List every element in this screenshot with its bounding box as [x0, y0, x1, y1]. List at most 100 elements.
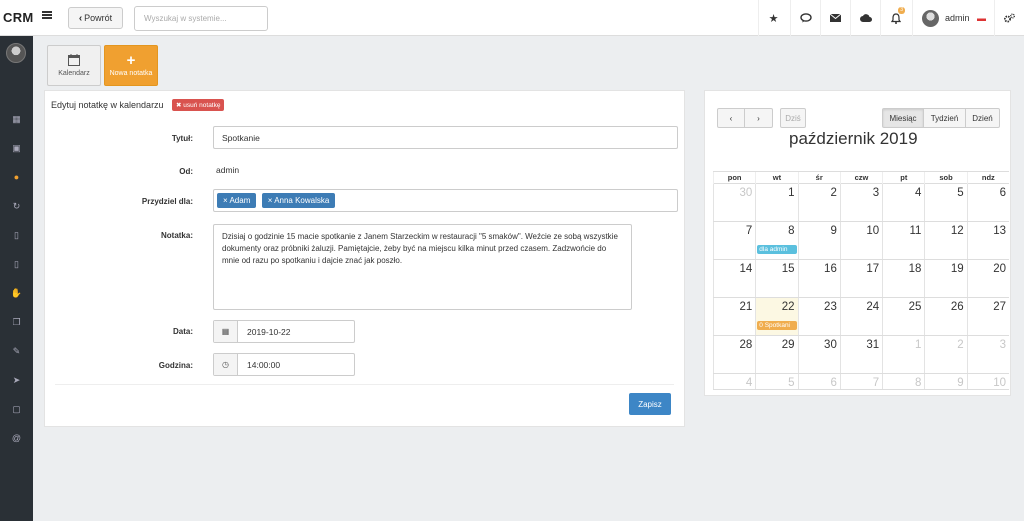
calendar-tile-button[interactable]: Kalendarz — [47, 45, 101, 86]
back-button[interactable]: ‹ Powrót — [68, 7, 123, 29]
calendar-day[interactable]: 3 — [966, 336, 1009, 373]
calendar-day[interactable]: 7 — [713, 222, 755, 259]
calendar-day[interactable]: 16 — [797, 260, 840, 297]
calendar-day[interactable]: 25 — [882, 298, 924, 335]
time-label: Godzina: — [158, 361, 193, 370]
new-note-tile-button[interactable]: + Nowa notatka — [104, 45, 158, 86]
calendar-day[interactable]: 10 — [839, 222, 882, 259]
back-button-label: Powrót — [84, 13, 113, 23]
calendar-day[interactable]: 18 — [882, 260, 924, 297]
calendar-day[interactable]: 30 — [797, 336, 840, 373]
file-icon[interactable]: ▯ — [0, 224, 33, 246]
note-icon[interactable]: ▢ — [0, 398, 33, 420]
from-label: Od: — [179, 167, 193, 176]
calendar-day[interactable]: 21 — [713, 298, 755, 335]
calendar-day[interactable]: 1 — [755, 184, 797, 221]
chat-icon[interactable] — [790, 0, 820, 36]
calendar-day[interactable]: 4 — [713, 374, 755, 389]
plus-icon: + — [126, 51, 136, 69]
calendar-day[interactable]: 5 — [755, 374, 797, 389]
calendar-day[interactable]: 7 — [839, 374, 882, 389]
app-logo[interactable]: CRM — [3, 10, 34, 25]
hand-icon[interactable]: ✋ — [0, 282, 33, 304]
note-textarea[interactable]: Dzisiaj o godzinie 15 macie spotkanie z … — [213, 224, 632, 310]
calendar-view-day-button[interactable]: Dzień — [966, 108, 1000, 128]
calendar-day[interactable]: 9 — [924, 374, 966, 389]
calendar-icon: ▦ — [214, 321, 238, 342]
avatar — [922, 9, 939, 27]
assignee-tag[interactable]: × Anna Kowalska — [261, 193, 336, 208]
calendar-day[interactable]: 4 — [882, 184, 924, 221]
calendar-day[interactable]: 17 — [839, 260, 882, 297]
from-value: admin — [216, 165, 240, 175]
calendar-day[interactable]: 6 — [797, 374, 840, 389]
pin-icon[interactable]: ✎ — [0, 340, 33, 362]
copy-icon[interactable]: ❐ — [0, 311, 33, 333]
calendar-day[interactable]: 9 — [797, 222, 840, 259]
calendar-day[interactable]: 13 — [966, 222, 1009, 259]
calendar-event[interactable]: 0 Spotkani — [757, 321, 797, 330]
cogs-icon[interactable] — [994, 0, 1024, 36]
calendar-day[interactable]: 20 — [966, 260, 1009, 297]
bell-icon[interactable]: 3 — [880, 0, 910, 36]
weekday-label: ndz — [966, 172, 1009, 184]
cloud-icon[interactable] — [850, 0, 880, 36]
calendar-view-week-button[interactable]: Tydzień — [924, 108, 966, 128]
calendar-day[interactable]: 5 — [924, 184, 966, 221]
time-field[interactable]: ◷ 14:00:00 — [213, 353, 355, 376]
envelope-icon[interactable] — [820, 0, 850, 36]
calendar-icon[interactable]: ▦ — [0, 108, 33, 130]
calendar-day[interactable]: 3 — [839, 184, 882, 221]
at-icon[interactable]: @ — [0, 427, 33, 449]
calendar-day-number: 22 — [781, 301, 795, 313]
title-field[interactable]: Spotkanie — [213, 126, 678, 149]
calendar-day[interactable]: 15 — [755, 260, 797, 297]
assignee-select[interactable]: × Adam × Anna Kowalska — [213, 189, 678, 212]
chevron-left-icon: ‹ — [78, 12, 83, 24]
calendar-day[interactable]: 24 — [839, 298, 882, 335]
calendar-day[interactable]: 1 — [882, 336, 924, 373]
menu-toggle-icon[interactable] — [42, 11, 52, 19]
calendar-today-button[interactable]: Dziś — [780, 108, 806, 128]
calendar-day[interactable]: 2 — [924, 336, 966, 373]
file-text-icon[interactable]: ▯ — [0, 253, 33, 275]
calendar-prev-button[interactable]: ‹ — [717, 108, 745, 128]
sidebar-avatar[interactable] — [6, 43, 26, 63]
title-label: Tytuł: — [171, 134, 193, 143]
calendar-day-today[interactable]: 22 0 Spotkani — [755, 298, 798, 335]
calendar-tile-label: Kalendarz — [58, 70, 90, 77]
calendar-day[interactable]: 6 — [966, 184, 1009, 221]
send-icon[interactable]: ➤ — [0, 369, 33, 391]
calendar-day[interactable]: 8 dla admin — [755, 222, 797, 259]
date-field[interactable]: ▦ 2019-10-22 — [213, 320, 355, 343]
calendar-day[interactable]: 8 — [882, 374, 924, 389]
calendar-day[interactable]: 29 — [755, 336, 797, 373]
calendar-check-icon[interactable]: ▣ — [0, 137, 33, 159]
user-menu[interactable]: admin — [912, 0, 992, 36]
users-icon[interactable]: ● — [0, 166, 33, 188]
calendar-day[interactable]: 12 — [924, 222, 966, 259]
calendar-day[interactable]: 10 — [966, 374, 1009, 389]
calendar-day[interactable]: 19 — [924, 260, 966, 297]
calendar-day[interactable]: 30 — [713, 184, 755, 221]
calendar-day[interactable]: 26 — [924, 298, 966, 335]
search-input[interactable] — [134, 6, 268, 31]
calendar-day[interactable]: 14 — [713, 260, 755, 297]
delete-note-button[interactable]: ✖ usuń notatkę — [172, 99, 225, 111]
refresh-icon[interactable]: ↻ — [0, 195, 33, 217]
calendar-day[interactable]: 31 — [839, 336, 882, 373]
star-icon[interactable]: ★ — [758, 0, 788, 36]
save-button[interactable]: Zapisz — [629, 393, 671, 415]
calendar-day[interactable]: 28 — [713, 336, 755, 373]
calendar-day[interactable]: 23 — [797, 298, 840, 335]
assignee-tag[interactable]: × Adam — [217, 193, 257, 208]
assign-label: Przydziel dla: — [141, 197, 193, 206]
calendar-day[interactable]: 27 — [966, 298, 1009, 335]
calendar-day[interactable]: 2 — [797, 184, 840, 221]
calendar-view-month-button[interactable]: Miesiąc — [882, 108, 924, 128]
calendar-next-button[interactable]: › — [745, 108, 773, 128]
assignee-tag-label: Adam — [229, 196, 251, 205]
calendar-week: 30 1 2 3 4 5 6 — [713, 184, 1009, 222]
calendar-day[interactable]: 11 — [882, 222, 924, 259]
calendar-event[interactable]: dla admin — [757, 245, 797, 254]
